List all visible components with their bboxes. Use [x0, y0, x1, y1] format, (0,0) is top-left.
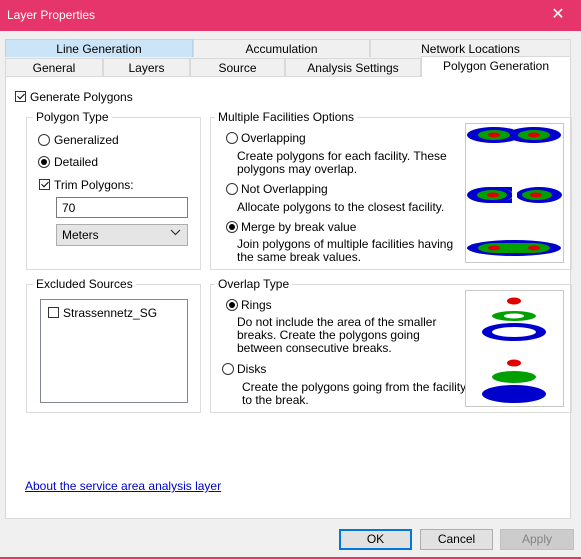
- trim-unit-value: Meters: [62, 228, 99, 242]
- chevron-down-icon: [170, 226, 181, 241]
- disks-label: Disks: [237, 362, 267, 376]
- tab-layers[interactable]: Layers: [103, 58, 190, 76]
- strassennetz-checkbox[interactable]: [48, 307, 59, 318]
- list-item[interactable]: Strassennetz_SG: [63, 306, 157, 320]
- excluded-sources-group: Excluded Sources Strassennetz_SG: [26, 277, 201, 413]
- overlap-type-legend: Overlap Type: [215, 277, 293, 291]
- generalized-label: Generalized: [54, 133, 119, 147]
- generate-polygons-checkbox[interactable]: [15, 91, 26, 102]
- excluded-sources-list[interactable]: Strassennetz_SG: [40, 299, 188, 403]
- not-overlapping-radio[interactable]: [226, 183, 238, 195]
- trim-unit-select[interactable]: Meters: [56, 224, 188, 246]
- overlapping-desc: Create polygons for each facility. These…: [237, 149, 447, 176]
- trim-distance-input[interactable]: 70: [56, 197, 188, 218]
- overlapping-radio[interactable]: [226, 132, 238, 144]
- close-icon[interactable]: ✕: [535, 0, 581, 31]
- disks-radio[interactable]: [222, 363, 234, 375]
- title-bar: Layer Properties ✕: [0, 0, 581, 31]
- polygon-type-group: Polygon Type Generalized Detailed Trim P…: [26, 110, 201, 270]
- trim-polygons-label: Trim Polygons:: [54, 178, 134, 192]
- disks-illustration: [482, 359, 546, 403]
- cancel-button[interactable]: Cancel: [420, 529, 493, 550]
- rings-desc: Do not include the area of the smaller b…: [237, 315, 437, 355]
- overlap-illustration: [465, 290, 564, 407]
- tab-network-locations[interactable]: Network Locations: [370, 39, 571, 57]
- tab-line-generation[interactable]: Line Generation: [5, 39, 193, 57]
- not-overlapping-label: Not Overlapping: [241, 182, 328, 196]
- merge-illustration: [467, 240, 561, 256]
- apply-button[interactable]: Apply: [500, 529, 574, 550]
- trim-polygons-checkbox[interactable]: [39, 179, 50, 190]
- not-overlapping-desc: Allocate polygons to the closest facilit…: [237, 200, 445, 214]
- overlapping-label: Overlapping: [241, 131, 306, 145]
- merge-desc: Join polygons of multiple facilities hav…: [237, 237, 454, 264]
- rings-illustration: [482, 297, 546, 341]
- tab-analysis-settings[interactable]: Analysis Settings: [285, 58, 421, 76]
- polygon-type-legend: Polygon Type: [33, 110, 112, 124]
- multiple-facilities-group: Multiple Facilities Options Overlapping …: [210, 110, 572, 270]
- overlap-type-group: Overlap Type Rings Do not include the ar…: [210, 277, 572, 413]
- tab-general[interactable]: General: [5, 58, 103, 76]
- service-area-help-link[interactable]: About the service area analysis layer: [25, 479, 221, 493]
- facilities-illustration: [465, 123, 564, 263]
- window-title: Layer Properties: [7, 8, 96, 22]
- generate-polygons-label: Generate Polygons: [30, 90, 133, 104]
- tab-panel: Generate Polygons Polygon Type Generaliz…: [5, 76, 572, 519]
- detailed-radio[interactable]: [38, 156, 50, 168]
- ok-button[interactable]: OK: [339, 529, 412, 550]
- tab-polygon-generation[interactable]: Polygon Generation: [421, 56, 571, 77]
- tab-accumulation[interactable]: Accumulation: [193, 39, 370, 57]
- disks-desc: Create the polygons going from the facil…: [242, 380, 467, 407]
- detailed-label: Detailed: [54, 155, 99, 169]
- merge-radio[interactable]: [226, 221, 238, 233]
- multiple-facilities-legend: Multiple Facilities Options: [215, 110, 358, 124]
- rings-label: Rings: [241, 298, 272, 312]
- rings-radio[interactable]: [226, 299, 238, 311]
- tab-source[interactable]: Source: [190, 58, 285, 76]
- excluded-sources-legend: Excluded Sources: [33, 277, 136, 291]
- generalized-radio[interactable]: [38, 134, 50, 146]
- not-overlapping-illustration: [467, 186, 562, 204]
- overlapping-illustration: [467, 127, 561, 143]
- merge-label: Merge by break value: [241, 220, 357, 234]
